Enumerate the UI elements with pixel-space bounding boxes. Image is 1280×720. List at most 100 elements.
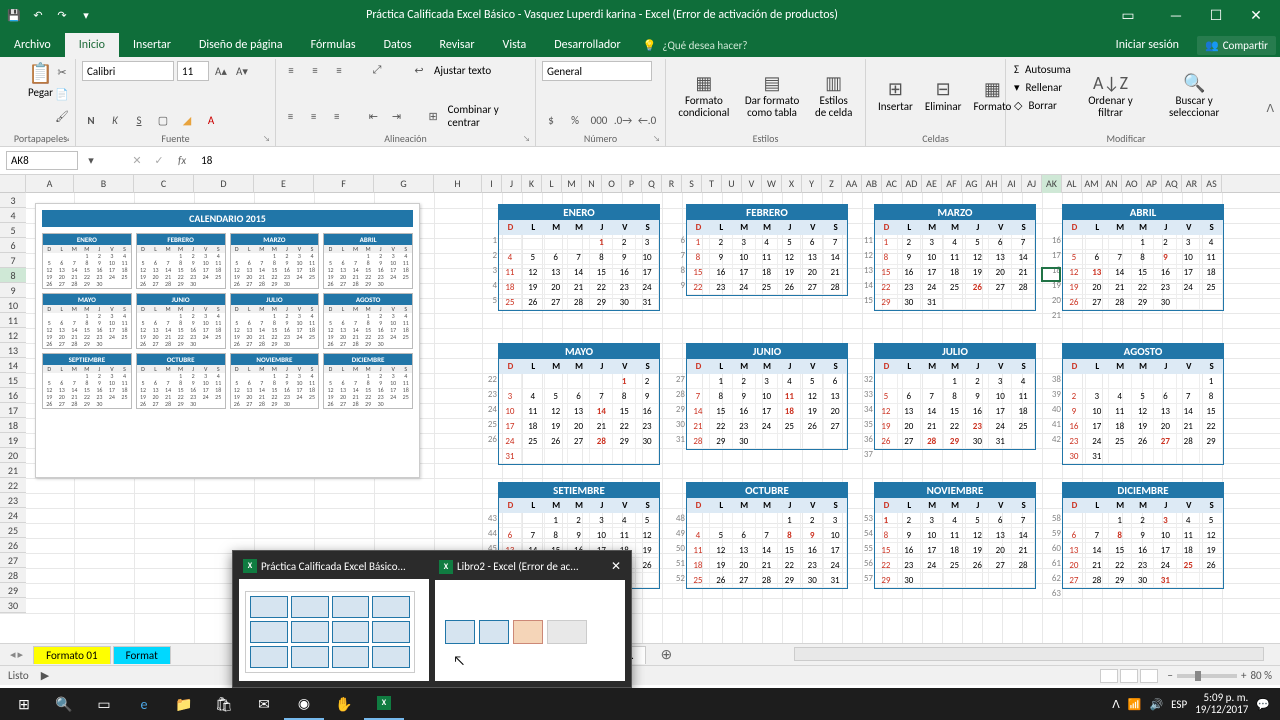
font-name-select[interactable]: Calibri [82,61,174,81]
zoom-out-icon[interactable]: − [1168,669,1173,682]
close-button[interactable]: ✕ [1236,0,1276,30]
name-box[interactable] [6,151,78,170]
sheet-tab-1[interactable]: Formato 01 [33,646,111,664]
insert-cells-button[interactable]: ⊞Insertar [872,61,919,132]
tell-me[interactable]: 💡¿Qué desea hacer? [635,34,756,57]
mail-icon[interactable]: ✉ [244,688,284,720]
share-button[interactable]: 👥Compartir [1197,36,1276,55]
collapse-ribbon-icon[interactable]: ᐱ [1266,102,1274,115]
font-size-select[interactable]: 11 [177,61,209,81]
format-table-button[interactable]: ▤Dar formato como tabla [736,61,809,132]
conditional-format-button[interactable]: ▦Formato condicional [672,61,736,132]
currency-icon[interactable]: $ [542,111,560,129]
view-tab[interactable]: Vista [489,33,541,57]
edge-icon[interactable]: e [124,688,164,720]
decrease-indent-icon[interactable]: ⇤ [365,107,382,125]
window-thumb-1[interactable]: XPráctica Calificada Excel Básico... [239,557,429,681]
tab-nav-prev-icon[interactable]: ◂ [10,648,16,661]
clipboard-launcher-icon[interactable]: ↘ [63,134,73,144]
format-painter-icon[interactable]: 🖌 [53,107,71,125]
macro-record-icon[interactable]: ▶ [41,669,49,682]
insert-tab[interactable]: Insertar [119,33,185,57]
network-icon[interactable]: 📶 [1128,698,1142,711]
underline-button[interactable]: S [130,111,148,129]
normal-view-icon[interactable] [1100,669,1118,683]
increase-font-icon[interactable]: A▴ [212,62,230,80]
window-thumb-2[interactable]: XLibro2 - Excel (Error de ac...✕ ↖ [435,557,625,681]
data-tab[interactable]: Datos [370,33,426,57]
horizontal-scrollbar[interactable] [794,647,1264,661]
italic-button[interactable]: K [106,111,124,129]
enter-formula-icon[interactable]: ✓ [150,152,168,170]
formula-input[interactable] [196,151,1274,170]
alignment-launcher-icon[interactable]: ↘ [523,134,533,144]
tray-expand-icon[interactable]: ᐱ [1112,698,1120,711]
volume-icon[interactable]: 🔊 [1149,698,1163,711]
grid-canvas[interactable]: ABCDEFGHIJKLMNOPQRSTUVWXYZAAABACADAEAFAG… [0,175,1280,643]
decrease-font-icon[interactable]: A▾ [233,62,251,80]
align-center-icon[interactable]: ≡ [305,107,322,125]
borders-icon[interactable]: ▢ [154,111,172,129]
store-icon[interactable]: 🛍 [204,688,244,720]
number-format-select[interactable]: General [542,61,652,81]
align-right-icon[interactable]: ≡ [328,107,345,125]
namebox-dropdown-icon[interactable]: ▾ [82,152,100,170]
page-layout-view-icon[interactable] [1120,669,1138,683]
orientation-icon[interactable]: ⤢ [368,61,386,79]
customize-qat-icon[interactable]: ▾ [76,5,96,25]
language-indicator[interactable]: ESP [1171,698,1187,711]
signin-link[interactable]: Iniciar sesión [1102,33,1193,57]
comma-icon[interactable]: 000 [590,111,608,129]
explorer-icon[interactable]: 📁 [164,688,204,720]
maximize-button[interactable]: ☐ [1196,0,1236,30]
align-top-icon[interactable]: ≡ [282,61,300,79]
home-tab[interactable]: Inicio [65,33,119,57]
developer-tab[interactable]: Desarrollador [540,33,634,57]
delete-cells-button[interactable]: ⊟Eliminar [919,61,968,132]
bold-button[interactable]: N [82,111,100,129]
chrome-icon[interactable]: ◉ [284,688,324,720]
minimize-button[interactable]: — [1156,0,1196,30]
fill-button[interactable]: ▾Rellenar [1014,81,1071,94]
align-bottom-icon[interactable]: ≡ [330,61,348,79]
sheet-tab-2[interactable]: Format [113,646,171,664]
new-sheet-button[interactable]: ⊕ [648,644,684,665]
page-layout-tab[interactable]: Diseño de página [185,33,297,57]
font-color-icon[interactable]: A [202,111,220,129]
ribbon-display-icon[interactable]: ▭ [1108,0,1148,30]
zoom-in-icon[interactable]: + [1241,669,1246,682]
clear-button[interactable]: ◇Borrar [1014,99,1071,112]
increase-indent-icon[interactable]: ⇥ [388,107,405,125]
zoom-level[interactable]: 80 % [1250,669,1272,682]
page-break-view-icon[interactable] [1140,669,1158,683]
cancel-formula-icon[interactable]: ✕ [128,152,146,170]
notifications-icon[interactable]: 💬 [1256,698,1270,711]
align-left-icon[interactable]: ≡ [282,107,299,125]
formulas-tab[interactable]: Fórmulas [297,33,370,57]
tab-nav-next-icon[interactable]: ▸ [18,648,24,661]
align-middle-icon[interactable]: ≡ [306,61,324,79]
start-button[interactable]: ⊞ [4,688,44,720]
excel-taskbar-icon[interactable]: X [364,688,404,720]
copy-icon[interactable]: 📄 [53,85,71,103]
file-tab[interactable]: Archivo [0,33,65,57]
cell-styles-button[interactable]: ▥Estilos de celda [808,61,859,132]
search-icon[interactable]: 🔍 [44,688,84,720]
font-launcher-icon[interactable]: ↘ [263,134,273,144]
wrap-text-button[interactable]: Ajustar texto [434,64,491,77]
save-icon[interactable]: 💾 [4,5,24,25]
app-icon[interactable]: ✋ [324,688,364,720]
number-launcher-icon[interactable]: ↘ [653,134,663,144]
zoom-slider[interactable] [1177,674,1237,678]
cut-icon[interactable]: ✂ [53,63,71,81]
redo-icon[interactable]: ↷ [52,5,72,25]
percent-icon[interactable]: % [566,111,584,129]
find-select-button[interactable]: 🔍Buscar y seleccionar [1148,61,1240,132]
task-view-icon[interactable]: ▭ [84,688,124,720]
decrease-decimal-icon[interactable]: ←.0 [638,111,656,129]
clock[interactable]: 5:09 p. m.19/12/2017 [1195,692,1248,716]
merge-center-button[interactable]: Combinar y centrar [448,103,529,129]
review-tab[interactable]: Revisar [426,33,489,57]
fx-icon[interactable]: fx [172,154,192,167]
undo-icon[interactable]: ↶ [28,5,48,25]
